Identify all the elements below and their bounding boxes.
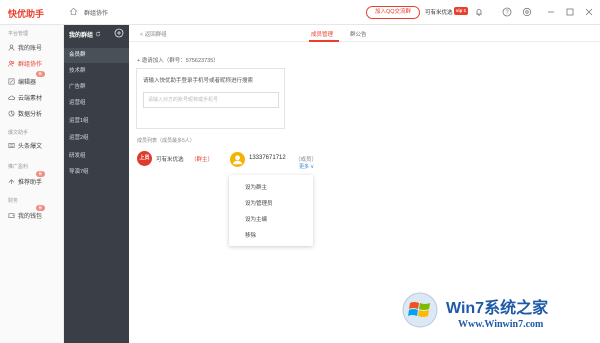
sidebar-item-wallet[interactable]: 我的钱包: [8, 210, 42, 220]
sidebar-item-label: 编辑器: [18, 79, 37, 86]
sidebar-item-label: 群组协作: [18, 61, 43, 68]
group-item-member[interactable]: 会员群: [64, 48, 129, 63]
active-tab-indicator: [309, 40, 339, 42]
sidebar-section-promote: 推广盈利: [8, 164, 29, 170]
more-dropdown-toggle[interactable]: 更多 ∨: [299, 163, 314, 170]
sidebar-item-label: 数据分析: [18, 111, 43, 118]
sidebar-item-label: 我的账号: [18, 45, 43, 52]
wallet-icon: [8, 212, 15, 218]
minimize-icon[interactable]: [546, 7, 556, 17]
group-item-ops[interactable]: 运营组: [64, 96, 129, 111]
vip-badge: vip 1: [454, 7, 468, 15]
user-icon: [8, 44, 15, 51]
member-role: （成员）: [295, 157, 318, 163]
group-item-ops1[interactable]: 运营1组: [64, 114, 129, 129]
back-link[interactable]: < 返回群组: [140, 30, 167, 38]
news-icon: [8, 142, 15, 148]
avatar: 上员: [137, 151, 152, 166]
share-icon: [8, 178, 15, 184]
watermark-url: Www.Winwin7.com: [458, 319, 544, 330]
cloud-icon: [8, 95, 15, 100]
avatar: [230, 152, 245, 167]
sidebar-section-finance: 财务: [8, 198, 19, 204]
invite-search-input[interactable]: 请输入对方的账号昵称或手机号: [143, 92, 279, 108]
sidebar-item-analytics[interactable]: 数据分析: [8, 108, 42, 118]
invite-description: 请输入快优助手登录手机号或者昵称进行搜索: [143, 78, 254, 84]
menu-item-set-editor[interactable]: 设为主编: [245, 215, 267, 223]
group-panel-title: 我的群组: [69, 33, 94, 39]
join-qq-group-button[interactable]: 加入QQ交流群: [366, 6, 420, 19]
group-item-ops2[interactable]: 运营2组: [64, 131, 129, 146]
sidebar-section-platform: 平台管理: [8, 31, 29, 37]
close-icon[interactable]: [584, 7, 594, 17]
refresh-icon[interactable]: [95, 31, 101, 37]
windows-logo-icon: [402, 292, 438, 328]
edit-icon: [8, 78, 15, 84]
sidebar-item-group[interactable]: 群组协作: [8, 58, 42, 68]
new-badge: 新: [36, 71, 45, 77]
content-topnav: < 返回群组 成员管理 群公告: [129, 25, 600, 42]
sidebar-section-viral: 爆文助手: [8, 130, 29, 136]
new-badge: 新: [36, 205, 45, 211]
home-icon[interactable]: [69, 7, 78, 16]
settings-icon[interactable]: [522, 7, 532, 17]
menu-item-set-owner[interactable]: 设为群主: [245, 183, 267, 191]
sidebar-item-label: 我的钱包: [18, 213, 43, 220]
sidebar-item-label: 云端素材: [18, 95, 43, 102]
app-title: 快优助手: [8, 9, 45, 19]
tab-members[interactable]: 成员管理: [311, 30, 333, 38]
member-name: 可有米优选: [156, 157, 184, 163]
sidebar-item-editor[interactable]: 编辑器: [8, 76, 36, 86]
group-icon: [8, 60, 15, 67]
user-name[interactable]: 可有米优选: [425, 8, 453, 16]
invite-header[interactable]: + 邀请加入（群号：575623735）: [137, 56, 219, 64]
member-name: 13337671712: [249, 155, 286, 161]
help-icon[interactable]: ?: [502, 7, 512, 17]
tab-announcement[interactable]: 群公告: [350, 30, 367, 38]
chart-icon: [8, 110, 15, 116]
sidebar-item-toutiao[interactable]: 头条爆文: [8, 140, 42, 150]
member-role: （群主）: [191, 157, 214, 163]
left-sidebar: 平台管理 我的账号 群组协作 编辑器 新 云端素材 数据分析 爆文助手 头条爆文…: [0, 25, 64, 343]
watermark: Win7系统之家 Www.Winwin7.com: [396, 288, 600, 343]
menu-item-set-admin[interactable]: 设为管理员: [245, 199, 273, 207]
menu-item-remove[interactable]: 移除: [245, 231, 256, 239]
sidebar-item-label: 推荐助手: [18, 179, 43, 186]
invite-box: 请输入快优助手登录手机号或者昵称进行搜索 请输入对方的账号昵称或手机号: [136, 68, 285, 129]
group-item-tech[interactable]: 技术群: [64, 64, 129, 79]
group-list-panel: 我的群组 会员群 技术群 广告群 运营组 运营1组 运营2组 研发组 导演7组: [64, 25, 129, 343]
bell-icon[interactable]: [474, 7, 484, 17]
add-group-icon[interactable]: [114, 28, 124, 38]
group-item-rnd[interactable]: 研发组: [64, 149, 129, 164]
group-item-director7[interactable]: 导演7组: [64, 165, 129, 180]
sidebar-item-cloud[interactable]: 云端素材: [8, 92, 42, 102]
group-item-ads[interactable]: 广告群: [64, 80, 129, 95]
maximize-icon[interactable]: [565, 7, 575, 17]
sidebar-item-account[interactable]: 我的账号: [8, 42, 42, 52]
members-header: 成员列表（成员最多5人）: [137, 138, 195, 144]
sidebar-item-label: 头条爆文: [18, 143, 43, 150]
sidebar-item-recommend[interactable]: 推荐助手: [8, 176, 42, 186]
default-user-icon: [233, 155, 242, 165]
title-bar: 快优助手 群组协作 加入QQ交流群 可有米优选 vip 1 ?: [0, 0, 600, 25]
watermark-title: Win7系统之家: [446, 300, 549, 317]
breadcrumb: 群组协作: [84, 11, 109, 17]
member-actions-menu: 设为群主 设为管理员 设为主编 移除: [229, 175, 313, 246]
new-badge: 新: [36, 171, 45, 177]
